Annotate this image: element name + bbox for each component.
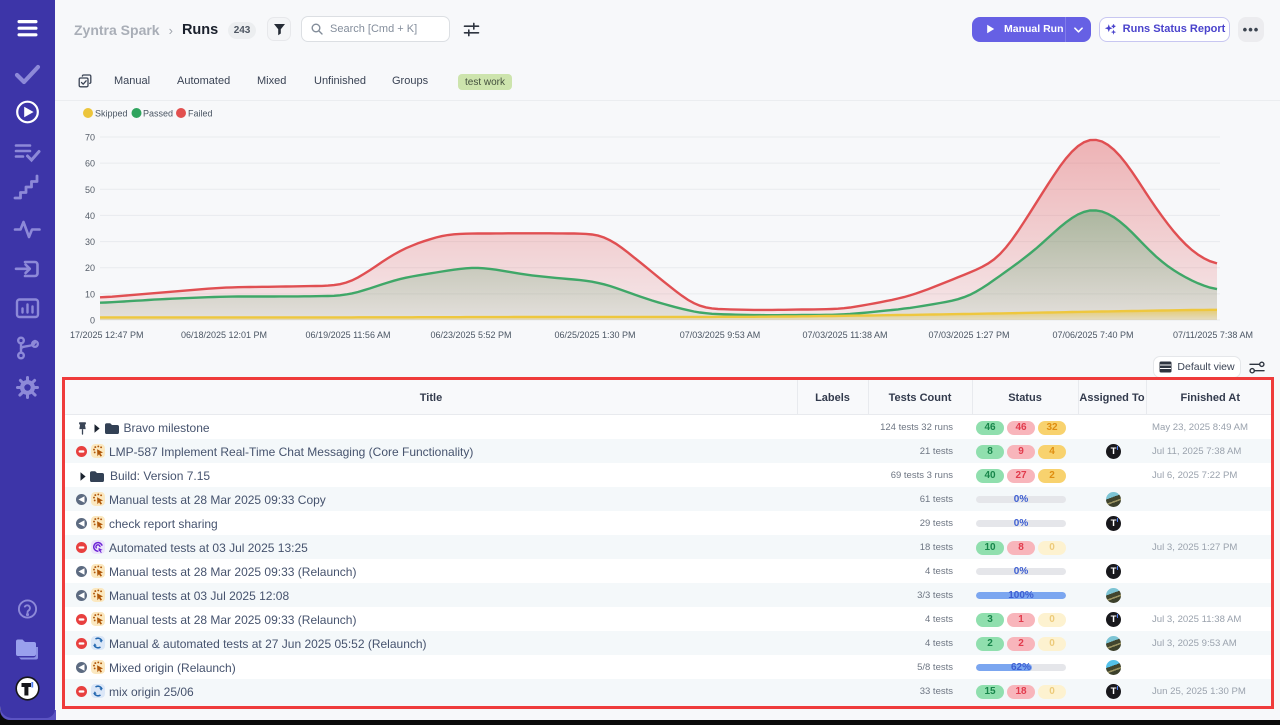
svg-text:06/23/2025 5:52 PM: 06/23/2025 5:52 PM (430, 330, 511, 340)
svg-text:30: 30 (85, 237, 95, 247)
svg-text:20: 20 (85, 263, 95, 273)
svg-text:06/18/2025 12:01 PM: 06/18/2025 12:01 PM (181, 330, 267, 340)
svg-text:Passed: Passed (143, 109, 173, 119)
svg-text:07/11/2025 7:38 AM: 07/11/2025 7:38 AM (1173, 330, 1253, 340)
svg-text:06/25/2025 1:30 PM: 06/25/2025 1:30 PM (554, 330, 635, 340)
svg-text:40: 40 (85, 211, 95, 221)
svg-text:07/03/2025 9:53 AM: 07/03/2025 9:53 AM (680, 330, 761, 340)
svg-text:50: 50 (85, 185, 95, 195)
svg-text:07/03/2025 11:38 AM: 07/03/2025 11:38 AM (803, 330, 888, 340)
svg-text:10: 10 (85, 289, 95, 299)
svg-text:0: 0 (90, 316, 95, 326)
svg-text:06/19/2025 11:56 AM: 06/19/2025 11:56 AM (306, 330, 391, 340)
svg-text:Failed: Failed (188, 109, 213, 119)
svg-text:07/03/2025 1:27 PM: 07/03/2025 1:27 PM (928, 330, 1009, 340)
svg-text:70: 70 (85, 133, 95, 143)
svg-text:17/2025 12:47 PM: 17/2025 12:47 PM (70, 330, 144, 340)
svg-text:07/06/2025 7:40 PM: 07/06/2025 7:40 PM (1052, 330, 1133, 340)
svg-text:60: 60 (85, 159, 95, 169)
svg-text:Skipped: Skipped (95, 109, 128, 119)
